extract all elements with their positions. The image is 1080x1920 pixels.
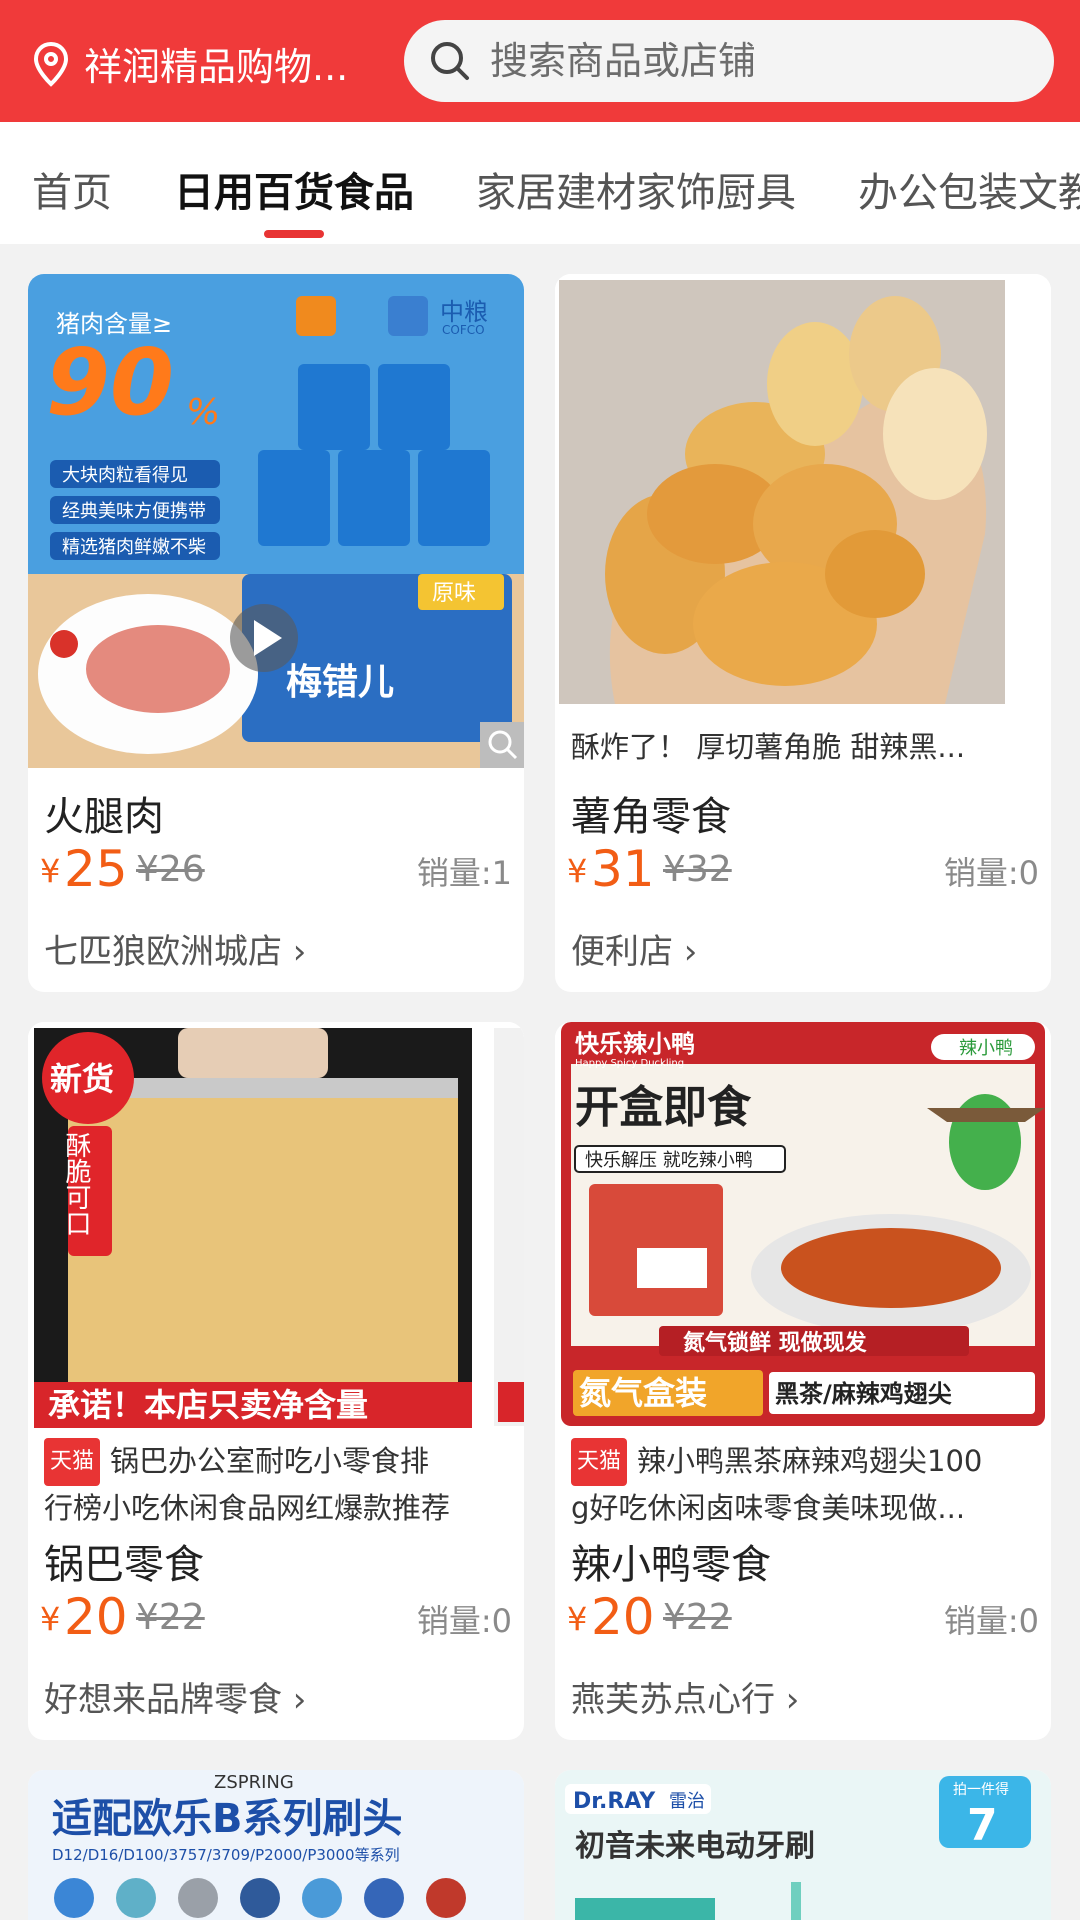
price-row: ¥ 25 ¥26 销量:1 [40, 840, 512, 900]
currency-symbol: ¥ [567, 1600, 588, 1638]
product-card[interactable]: ZSPRING 适配欧乐B系列刷头 D12/D16/D100/3757/3709… [28, 1770, 524, 1920]
product-title: 辣小鸭零食 [571, 1542, 771, 1588]
location-label: 祥润精品购物... [84, 45, 349, 89]
sales-count: 销量:0 [943, 854, 1039, 892]
image-text: 梅错儿 [286, 662, 394, 703]
tab-office-packaging[interactable]: 办公包装文教 [858, 160, 1080, 218]
search-icon [431, 42, 469, 80]
store-link[interactable]: 燕芙苏点心行 › [571, 1672, 799, 1721]
store-link[interactable]: 好想来品牌零食 › [44, 1672, 306, 1721]
product-description: 天猫 辣小鸭黑茶麻辣鸡翅尖100 g好吃休闲卤味零食美味现做... [571, 1438, 1041, 1530]
store-link[interactable]: 便利店 › [571, 924, 697, 973]
store-link[interactable]: 七匹狼欧洲城店 › [44, 924, 306, 973]
image-text: 原味 [432, 581, 476, 606]
product-title: 锅巴零食 [44, 1542, 204, 1588]
original-price: ¥22 [136, 1597, 205, 1638]
image-text: 中粮 [440, 298, 488, 326]
image-text: 黑茶/麻辣鸡翅尖 [775, 1380, 952, 1408]
image-text: 氮气盒装 [579, 1374, 707, 1412]
product-image[interactable]: ZSPRING 适配欧乐B系列刷头 D12/D16/D100/3757/3709… [28, 1770, 524, 1920]
location-pin-icon [33, 41, 69, 87]
image-text: 7 [967, 1800, 998, 1851]
price: 25 [64, 840, 128, 898]
price-row: ¥ 20 ¥22 销量:0 [40, 1588, 512, 1648]
price-row: ¥ 20 ¥22 销量:0 [567, 1588, 1039, 1648]
zoom-icon[interactable] [480, 722, 524, 768]
image-text: 大块肉粒看得见 [62, 465, 188, 486]
image-text: 快乐辣小鸭 [575, 1030, 695, 1058]
image-text: 酥脆可口 [61, 1132, 91, 1236]
sales-count: 销量:0 [943, 1602, 1039, 1640]
image-text: ZSPRING [214, 1772, 294, 1793]
product-card[interactable]: 酥炸了！ 厚切薯角脆 甜辣黑... 薯角零食 ¥ 31 ¥32 销量:0 便利店… [555, 274, 1051, 992]
original-price: ¥22 [663, 1597, 732, 1638]
description-line: g好吃休闲卤味零食美味现做... [571, 1491, 966, 1525]
product-card[interactable]: 快乐辣小鸭 Happy Spicy Duckling 辣小鸭 开盒即食 快乐解压… [555, 1022, 1051, 1740]
image-text: 经典美味方便携带 [62, 501, 206, 522]
description-line: 辣小鸭黑茶麻辣鸡翅尖100 [637, 1444, 983, 1478]
category-tabs: 首页 日用百货食品 家居建材家饰厨具 办公包装文教 [0, 122, 1080, 244]
sales-count: 销量:1 [416, 854, 512, 892]
product-title: 火腿肉 [44, 794, 164, 840]
product-image[interactable]: 快乐辣小鸭 Happy Spicy Duckling 辣小鸭 开盒即食 快乐解压… [555, 1022, 1051, 1428]
image-text: 快乐解压 就吃辣小鸭 [585, 1150, 753, 1171]
image-text: 精选猪肉鲜嫩不柴 [62, 537, 206, 558]
tmall-badge: 天猫 [44, 1438, 101, 1486]
product-image[interactable]: Dr.RAY 雷治 初音未来电动牙刷 拍一件得 7 [555, 1770, 1051, 1920]
product-card[interactable]: 新货 酥脆可口 承诺！本店只卖净含量 天猫 锅巴办公室耐吃小零食排 行榜小吃休闲食… [28, 1022, 524, 1740]
product-image[interactable]: 新货 酥脆可口 承诺！本店只卖净含量 [28, 1022, 524, 1428]
image-text: 初音未来电动牙刷 [575, 1829, 815, 1864]
search-bar[interactable] [404, 20, 1054, 102]
tmall-badge: 天猫 [571, 1438, 628, 1486]
product-description: 天猫 锅巴办公室耐吃小零食排 行榜小吃休闲食品网红爆款推荐 [44, 1438, 514, 1530]
description-line: 行榜小吃休闲食品网红爆款推荐 [44, 1491, 451, 1525]
image-text: % [186, 392, 220, 433]
image-text: 适配欧乐B系列刷头 [52, 1796, 403, 1842]
top-bar: 祥润精品购物... [0, 0, 1080, 122]
image-text: 承诺！本店只卖净含量 [48, 1386, 368, 1424]
description-line: 锅巴办公室耐吃小零食排 [110, 1444, 430, 1478]
sales-count: 销量:0 [416, 1602, 512, 1640]
active-tab-indicator [264, 230, 324, 238]
image-text: D12/D16/D100/3757/3709/P2000/P3000等系列 [52, 1846, 400, 1864]
product-image[interactable] [555, 274, 1051, 714]
tab-home-building[interactable]: 家居建材家饰厨具 [476, 160, 796, 218]
image-text: COFCO [442, 323, 485, 337]
image-text: 90 [46, 329, 174, 436]
price-row: ¥ 31 ¥32 销量:0 [567, 840, 1039, 900]
original-price: ¥26 [136, 849, 205, 890]
currency-symbol: ¥ [40, 852, 61, 890]
product-card[interactable]: 猪肉含量≥ 90 % 大块肉粒看得见 经典美味方便携带 精选猪肉鲜嫩不柴 中粮 … [28, 274, 524, 992]
location-selector[interactable]: 祥润精品购物... [32, 36, 348, 91]
price: 20 [591, 1588, 655, 1646]
image-text: 雷治 [669, 1791, 705, 1812]
currency-symbol: ¥ [567, 852, 588, 890]
image-text: 辣小鸭 [959, 1038, 1013, 1059]
price: 20 [64, 1588, 128, 1646]
image-text: Dr.RAY [573, 1789, 656, 1814]
tab-home[interactable]: 首页 [32, 160, 112, 218]
product-image[interactable]: 猪肉含量≥ 90 % 大块肉粒看得见 经典美味方便携带 精选猪肉鲜嫩不柴 中粮 … [28, 274, 524, 768]
currency-symbol: ¥ [40, 1600, 61, 1638]
original-price: ¥32 [663, 849, 732, 890]
image-text: Happy Spicy Duckling [575, 1058, 684, 1069]
image-text: 开盒即食 [575, 1082, 752, 1133]
tab-daily-goods-food[interactable]: 日用百货食品 [174, 160, 414, 218]
product-card[interactable]: Dr.RAY 雷治 初音未来电动牙刷 拍一件得 7 [555, 1770, 1051, 1920]
price: 31 [591, 840, 655, 898]
search-input[interactable] [490, 39, 1030, 83]
image-text: 新货 [50, 1060, 114, 1098]
image-text: 氮气锁鲜 现做现发 [683, 1330, 868, 1356]
product-title: 薯角零食 [571, 794, 731, 840]
image-text: 拍一件得 [953, 1781, 1009, 1798]
product-description: 酥炸了！ 厚切薯角脆 甜辣黑... [571, 730, 966, 764]
